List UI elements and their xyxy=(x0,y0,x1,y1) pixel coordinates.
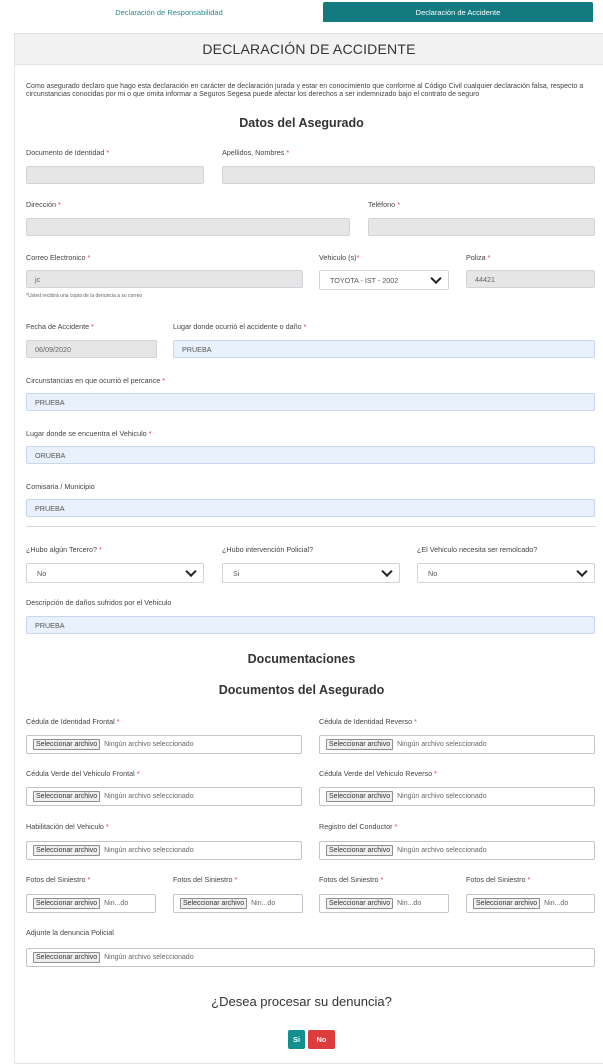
select-file-button[interactable]: Seleccionar archivo xyxy=(33,952,101,963)
fecha-input[interactable]: 06/09/2020 xyxy=(26,340,157,358)
no-button[interactable]: No xyxy=(308,1030,335,1049)
lugar-vehiculo-input[interactable]: ORUEBA xyxy=(26,446,595,464)
chevron-down-icon xyxy=(576,565,588,578)
correo-hint: *Usted recibirá una copia de la denuncia… xyxy=(26,293,143,299)
legal-notice: Como asegurado declaro que hago esta dec… xyxy=(26,83,584,99)
registro-file-input[interactable]: Seleccionar archivo Ningún archivo selec… xyxy=(319,841,595,860)
tercero-select-value: No xyxy=(37,568,47,578)
correo-input[interactable]: jc xyxy=(26,270,303,288)
denuncia-label: Adjunte la denuncia Policial xyxy=(26,928,114,937)
no-file-text: Ningún archivo seleccionado xyxy=(397,793,487,800)
select-file-button[interactable]: Seleccionar archivo xyxy=(33,845,101,856)
lugar-vehiculo-label: Lugar donde se encuentra el Vehiculo * xyxy=(26,429,152,438)
select-file-button[interactable]: Seleccionar archivo xyxy=(326,898,394,909)
fotos-file-input-2[interactable]: Seleccionar archivo Nin...do xyxy=(173,894,303,913)
cv-reverso-file-input[interactable]: Seleccionar archivo Ningún archivo selec… xyxy=(319,787,595,806)
select-file-button[interactable]: Seleccionar archivo xyxy=(326,791,394,802)
telefono-input[interactable] xyxy=(368,218,595,236)
policial-select-value: Si xyxy=(233,568,240,578)
remolcado-label: ¿El Vehiculo necesita ser remolcado? xyxy=(417,545,538,554)
policial-label: ¿Hubo intervención Policial? xyxy=(222,545,314,554)
direccion-input[interactable] xyxy=(26,218,350,236)
chevron-down-icon xyxy=(185,565,197,578)
circunstancias-input[interactable]: PRUEBA xyxy=(26,393,595,411)
no-file-text: Nin...do xyxy=(544,900,569,907)
ci-reverso-file-input[interactable]: Seleccionar archivo Ningún archivo selec… xyxy=(319,735,595,754)
select-file-button[interactable]: Seleccionar archivo xyxy=(180,898,248,909)
tab-declaracion-responsabilidad[interactable]: Declaración de Responsabilidad xyxy=(14,2,324,22)
poliza-label: Poliza * xyxy=(466,253,491,262)
lugar-accidente-label: Lugar donde ocurrió el accidente o daño … xyxy=(173,322,307,331)
fotos-label-3: Fotos del Siniestro * xyxy=(319,875,384,884)
apellidos-label: Apellidos, Nombres * xyxy=(222,148,290,157)
no-file-text: Ningún archivo seleccionado xyxy=(397,741,487,748)
tab-bar: Declaración de Responsabilidad Declaraci… xyxy=(0,0,603,24)
vehiculo-label: Vehiculo (s)* xyxy=(319,253,360,262)
no-file-text: Ningún archivo seleccionado xyxy=(104,847,194,854)
form-title: DECLARACIÓN DE ACCIDENTE xyxy=(15,34,603,65)
fecha-label: Fecha de Accidente * xyxy=(26,322,94,331)
danos-label: Descripción de daños sufridos por el Veh… xyxy=(26,598,172,607)
no-file-text: Ningún archivo seleccionado xyxy=(104,954,194,961)
apellidos-input[interactable] xyxy=(222,166,595,184)
telefono-label: Teléfono * xyxy=(368,200,400,209)
tercero-label: ¿Hubo algún Tercero? * xyxy=(26,545,102,554)
habilitacion-file-input[interactable]: Seleccionar archivo Ningún archivo selec… xyxy=(26,841,302,860)
lugar-accidente-input[interactable]: PRUEBA xyxy=(173,340,595,358)
circunstancias-label: Circunstancias en que ocurrió el percanc… xyxy=(26,376,166,385)
chevron-down-icon xyxy=(430,272,442,285)
ci-frontal-file-input[interactable]: Seleccionar archivo Ningún archivo selec… xyxy=(26,735,302,754)
denuncia-file-input[interactable]: Seleccionar archivo Ningún archivo selec… xyxy=(26,948,595,967)
correo-label: Correo Electronico * xyxy=(26,253,91,262)
direccion-label: Dirección * xyxy=(26,200,61,209)
fotos-label-4: Fotos del Siniestro * xyxy=(466,875,531,884)
fotos-file-input-1[interactable]: Seleccionar archivo Nin...do xyxy=(26,894,156,913)
section-datos-asegurado: Datos del Asegurado xyxy=(239,116,364,130)
remolcado-select-value: No xyxy=(428,568,438,578)
tercero-select[interactable]: No xyxy=(26,563,204,583)
section-documentaciones: Documentaciones xyxy=(247,652,356,666)
danos-input[interactable]: PRUEBA xyxy=(26,616,595,634)
ci-frontal-label: Cédula de Identidad Frontal * xyxy=(26,717,120,726)
no-file-text: Ningún archivo seleccionado xyxy=(397,847,487,854)
ci-reverso-label: Cédula de Identidad Reverso * xyxy=(319,717,417,726)
confirm-question: ¿Desea procesar su denuncia? xyxy=(211,994,392,1009)
select-file-button[interactable]: Seleccionar archivo xyxy=(33,739,101,750)
documento-input[interactable] xyxy=(26,166,204,184)
habilitacion-label: Habilitación del Vehiculo * xyxy=(26,822,109,831)
chevron-down-icon xyxy=(381,565,393,578)
select-file-button[interactable]: Seleccionar archivo xyxy=(33,791,101,802)
no-file-text: Ningún archivo seleccionado xyxy=(104,741,194,748)
comisaria-input[interactable]: PRUEBA xyxy=(26,499,595,517)
fotos-label-1: Fotos del Siniestro * xyxy=(26,875,91,884)
cv-frontal-label: Cédula Verde del Vehiculo Frontal * xyxy=(26,769,140,778)
documento-label: Documento de Identidad * xyxy=(26,148,110,157)
yes-button[interactable]: Si xyxy=(288,1030,305,1049)
poliza-input[interactable]: 44421 xyxy=(466,270,595,288)
select-file-button[interactable]: Seleccionar archivo xyxy=(326,739,394,750)
fotos-label-2: Fotos del Siniestro * xyxy=(173,875,238,884)
select-file-button[interactable]: Seleccionar archivo xyxy=(473,898,541,909)
cv-frontal-file-input[interactable]: Seleccionar archivo Ningún archivo selec… xyxy=(26,787,302,806)
registro-label: Registro del Conductor * xyxy=(319,822,398,831)
cv-reverso-label: Cédula Verde del Vehiculo Reverso * xyxy=(319,769,437,778)
select-file-button[interactable]: Seleccionar archivo xyxy=(33,898,101,909)
select-file-button[interactable]: Seleccionar archivo xyxy=(326,845,394,856)
tab-declaracion-accidente[interactable]: Declaración de Accidente xyxy=(323,2,593,22)
fotos-file-input-4[interactable]: Seleccionar archivo Nin...do xyxy=(466,894,595,913)
no-file-text: Nin...do xyxy=(397,900,422,907)
policial-select[interactable]: Si xyxy=(222,563,400,583)
remolcado-select[interactable]: No xyxy=(417,563,595,583)
divider xyxy=(26,526,596,527)
vehiculo-select[interactable]: TOYOTA - IST - 2002 xyxy=(319,270,449,290)
no-file-text: Nin...do xyxy=(251,900,276,907)
fotos-file-input-3[interactable]: Seleccionar archivo Nin...do xyxy=(319,894,449,913)
section-documentos-asegurado: Documentos del Asegurado xyxy=(218,683,385,697)
comisaria-label: Comisaria / Municipio xyxy=(26,482,95,491)
vehiculo-select-value: TOYOTA - IST - 2002 xyxy=(330,275,399,285)
no-file-text: Ningún archivo seleccionado xyxy=(104,793,194,800)
no-file-text: Nin...do xyxy=(104,900,129,907)
